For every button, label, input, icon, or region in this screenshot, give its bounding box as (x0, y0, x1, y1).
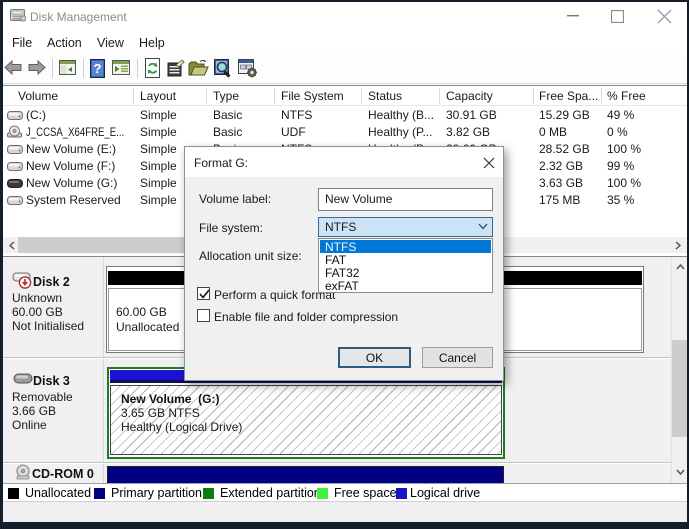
svg-text:?: ? (94, 61, 102, 76)
